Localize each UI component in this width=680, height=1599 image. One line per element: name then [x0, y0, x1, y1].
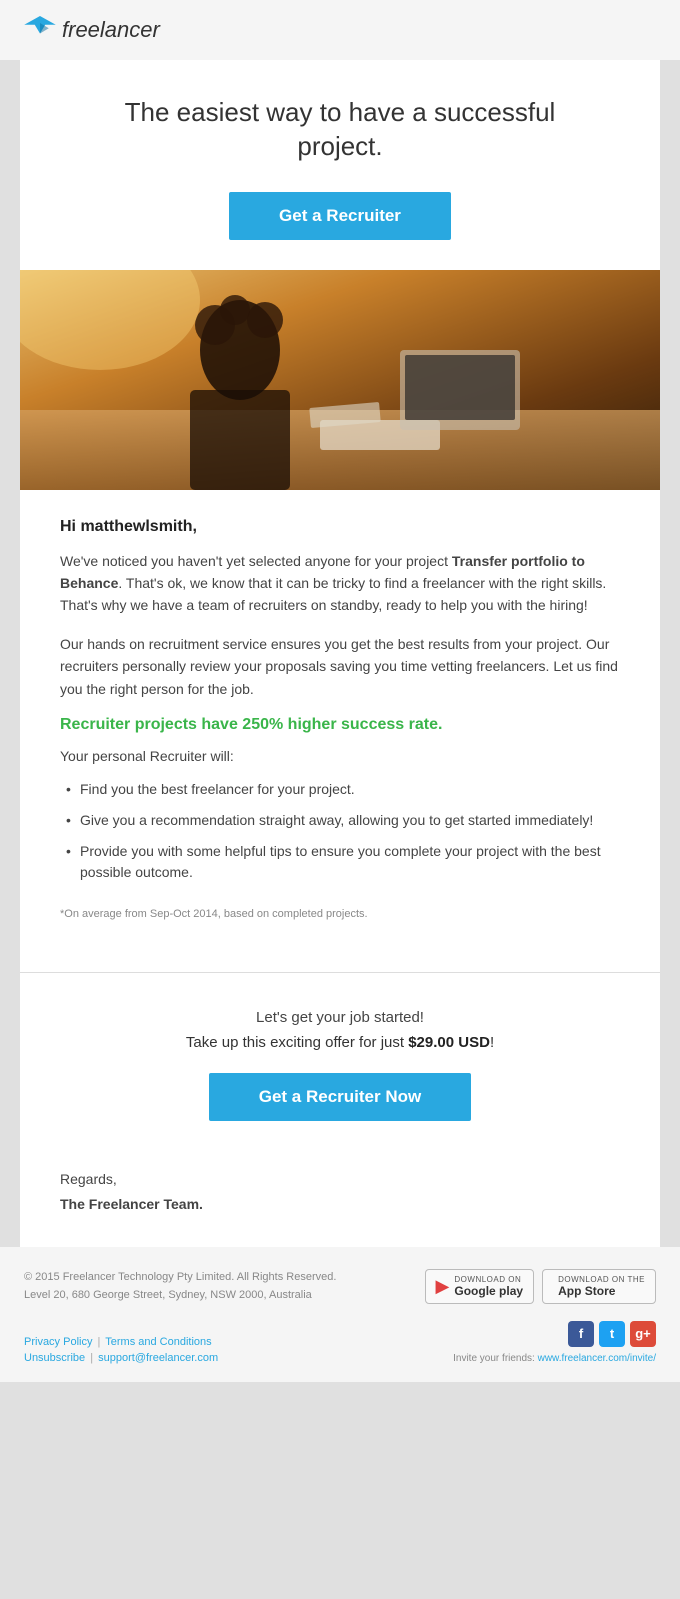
main-card: The easiest way to have a successful pro… — [20, 60, 660, 1247]
footer-social: f t g+ Invite your friends: www.freelanc… — [453, 1321, 656, 1364]
regards-section: Regards, The Freelancer Team. — [20, 1151, 660, 1247]
footer-address: © 2015 Freelancer Technology Pty Limited… — [24, 1269, 336, 1304]
footer-top: © 2015 Freelancer Technology Pty Limited… — [24, 1269, 656, 1304]
support-email-link[interactable]: support@freelancer.com — [98, 1352, 218, 1364]
cta-price: $29.00 USD — [408, 1034, 490, 1051]
google-play-icon: ▶ — [436, 1276, 450, 1297]
header: freelancer — [0, 0, 680, 60]
cta-price-text: Take up this exciting offer for just $29… — [60, 1034, 620, 1051]
freelancer-bird-icon — [24, 16, 56, 44]
google-play-badge[interactable]: ▶ Download on Google play — [425, 1269, 535, 1304]
privacy-policy-link[interactable]: Privacy Policy — [24, 1336, 92, 1348]
footnote: *On average from Sep-Oct 2014, based on … — [60, 908, 620, 920]
get-recruiter-now-button[interactable]: Get a Recruiter Now — [209, 1073, 472, 1121]
app-store-text: Download on the App Store — [558, 1275, 645, 1298]
get-recruiter-button[interactable]: Get a Recruiter — [229, 192, 451, 240]
cta-subtitle: Let's get your job started! — [60, 1009, 620, 1026]
footer-bottom: Privacy Policy | Terms and Conditions Un… — [24, 1321, 656, 1364]
terms-link[interactable]: Terms and Conditions — [105, 1336, 211, 1348]
regards-line2: The Freelancer Team. — [60, 1192, 620, 1217]
body-paragraph2: Our hands on recruitment service ensures… — [60, 633, 620, 700]
hero-image — [20, 270, 660, 490]
unsubscribe-link[interactable]: Unsubscribe — [24, 1352, 85, 1364]
greeting: Hi matthewlsmith, — [60, 518, 620, 536]
invite-link[interactable]: www.freelancer.com/invite/ — [538, 1353, 656, 1364]
list-item: Find you the best freelancer for your pr… — [60, 774, 620, 805]
recruiter-list: Find you the best freelancer for your pr… — [60, 774, 620, 888]
body-content: Hi matthewlsmith, We've noticed you have… — [20, 490, 660, 956]
logo-text: freelancer — [62, 17, 160, 43]
hero-image-scene — [20, 270, 660, 490]
social-icons: f t g+ — [453, 1321, 656, 1347]
list-item: Give you a recommendation straight away,… — [60, 805, 620, 836]
logo-container: freelancer — [24, 16, 160, 44]
app-badges: ▶ Download on Google play Download on th… — [425, 1269, 656, 1304]
outer-wrapper: freelancer The easiest way to have a suc… — [0, 0, 680, 1382]
footer-links: Privacy Policy | Terms and Conditions Un… — [24, 1336, 218, 1364]
highlight-text: Recruiter projects have 250% higher succ… — [60, 716, 620, 734]
app-store-badge[interactable]: Download on the App Store — [542, 1269, 656, 1304]
google-plus-icon[interactable]: g+ — [630, 1321, 656, 1347]
list-item: Provide you with some helpful tips to en… — [60, 836, 620, 888]
hero-section: The easiest way to have a successful pro… — [20, 60, 660, 270]
invite-text: Invite your friends: www.freelancer.com/… — [453, 1353, 656, 1364]
hero-title: The easiest way to have a successful pro… — [80, 96, 600, 164]
list-intro: Your personal Recruiter will: — [60, 748, 620, 764]
twitter-icon[interactable]: t — [599, 1321, 625, 1347]
cta-section: Let's get your job started! Take up this… — [20, 989, 660, 1151]
google-play-text: Download on Google play — [454, 1275, 523, 1298]
footer: © 2015 Freelancer Technology Pty Limited… — [0, 1247, 680, 1381]
facebook-icon[interactable]: f — [568, 1321, 594, 1347]
body-paragraph1: We've noticed you haven't yet selected a… — [60, 550, 620, 617]
regards-line1: Regards, — [60, 1167, 620, 1192]
section-divider — [20, 972, 660, 973]
